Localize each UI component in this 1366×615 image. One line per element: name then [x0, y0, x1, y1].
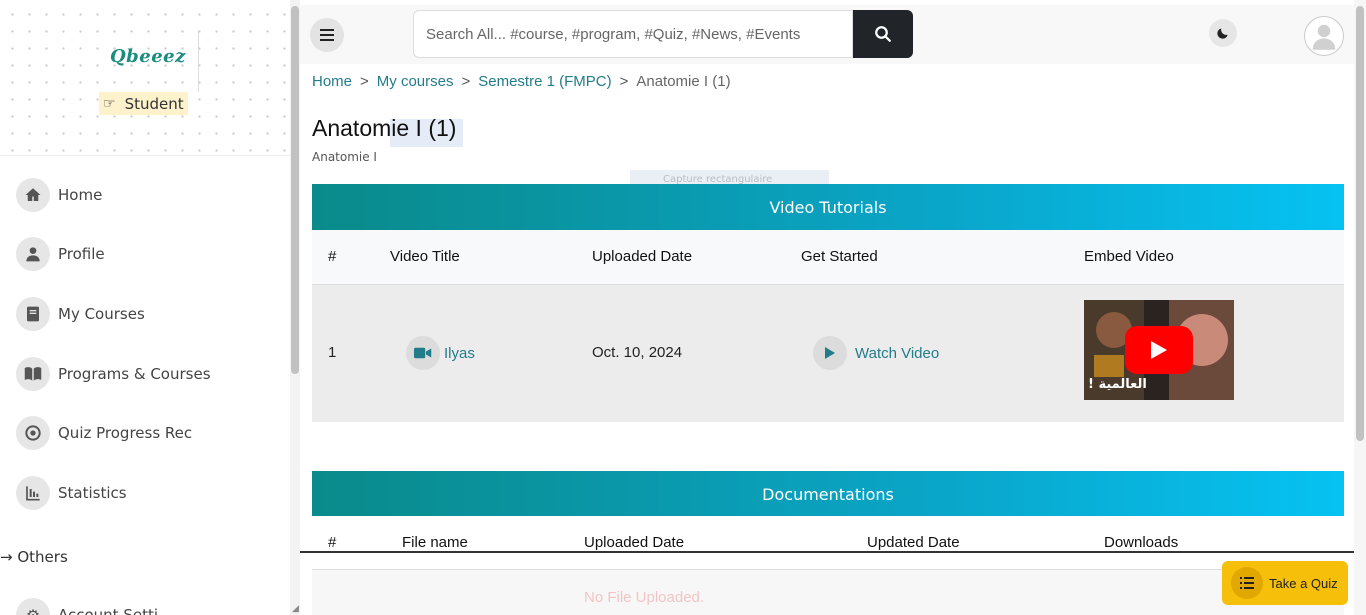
video-table-header: # Video Title Uploaded Date Get Started … — [312, 230, 1344, 285]
sidebar-item-home[interactable]: Home — [16, 178, 102, 212]
breadcrumb-separator: > — [619, 73, 629, 90]
avatar[interactable] — [1304, 16, 1344, 56]
youtube-play-icon — [1125, 326, 1193, 374]
video-section-header: Video Tutorials — [312, 184, 1344, 230]
role-badge: ☞ Student — [99, 92, 188, 115]
video-title-cell: Ilyas — [406, 336, 475, 370]
documentation-section-header: Documentations — [312, 471, 1344, 517]
documentation-table: # File name Uploaded Date Updated Date D… — [312, 516, 1344, 615]
resize-grip-icon[interactable]: ◢ — [292, 604, 299, 614]
breadcrumb-my-courses[interactable]: My courses — [377, 73, 454, 90]
sidebar-scrollbar[interactable] — [290, 0, 300, 615]
arrow-right-icon: → — [0, 548, 13, 566]
brand-panel: Qbeeez ☞ Student — [0, 0, 290, 156]
gear-icon: ⚙ — [16, 598, 50, 615]
pointing-hand-icon: ☞ — [103, 95, 116, 112]
home-icon — [16, 178, 50, 212]
open-book-icon — [16, 357, 50, 391]
play-icon — [813, 336, 847, 370]
role-label: Student — [124, 94, 184, 113]
documentation-table-header: # File name Uploaded Date Updated Date D… — [312, 516, 1344, 570]
others-section-label: → Others — [0, 548, 68, 566]
sidebar-item-label: Quiz Progress Rec — [58, 424, 193, 442]
watch-video-button[interactable]: Watch Video — [813, 336, 939, 370]
breadcrumb: Home > My courses > Semestre 1 (FMPC) > … — [312, 73, 731, 90]
top-bar — [300, 0, 1366, 64]
menu-toggle-button[interactable] — [310, 18, 344, 52]
uploaded-date: Oct. 10, 2024 — [592, 344, 683, 361]
sidebar-item-label: Statistics — [58, 484, 127, 502]
breadcrumb-separator: > — [360, 73, 369, 90]
breadcrumb-separator: > — [461, 73, 471, 90]
sidebar-item-profile[interactable]: Profile — [16, 237, 105, 271]
column-header: Embed Video — [1084, 248, 1174, 265]
sidebar-item-my-courses[interactable]: My Courses — [16, 297, 145, 331]
column-header: # — [328, 248, 337, 265]
main-scrollbar-thumb[interactable] — [1356, 6, 1364, 441]
column-header: File name — [402, 534, 468, 551]
list-icon — [1231, 567, 1263, 599]
user-avatar-icon — [1312, 24, 1336, 50]
page-subtitle: Anatomie I — [312, 150, 377, 164]
empty-state-message: No File Uploaded. — [584, 589, 705, 606]
logo[interactable]: Qbeeez — [110, 46, 186, 67]
watch-video-label: Watch Video — [855, 344, 940, 362]
video-table: # Video Title Uploaded Date Get Started … — [312, 230, 1344, 422]
hamburger-icon — [320, 29, 334, 41]
sidebar-item-quiz-progress[interactable]: Quiz Progress Rec — [16, 416, 192, 450]
video-title-link[interactable]: Ilyas — [444, 345, 475, 362]
dark-mode-toggle[interactable] — [1209, 19, 1237, 47]
column-header: Updated Date — [867, 534, 960, 551]
breadcrumb-home[interactable]: Home — [312, 73, 352, 90]
column-header: # — [328, 534, 337, 551]
take-quiz-button[interactable]: Take a Quiz — [1222, 561, 1348, 605]
sidebar-item-programs[interactable]: Programs & Courses — [16, 357, 211, 391]
sidebar-item-label: My Courses — [58, 305, 145, 323]
table-row: 1 Ilyas Oct. 10, 2024 Watch Video العالم… — [312, 285, 1344, 422]
sidebar-item-account-settings[interactable]: ⚙ Account Setti... — [16, 598, 172, 615]
breadcrumb-semester[interactable]: Semestre 1 (FMPC) — [478, 73, 611, 90]
book-icon — [16, 297, 50, 331]
take-quiz-label: Take a Quiz — [1269, 575, 1338, 591]
row-index: 1 — [328, 344, 337, 361]
column-header: Get Started — [801, 248, 878, 265]
user-icon — [16, 237, 50, 271]
sidebar: Qbeeez ☞ Student Home Profile My Courses… — [0, 0, 290, 615]
breadcrumb-current: Anatomie I (1) — [636, 73, 731, 90]
column-header: Video Title — [390, 248, 460, 265]
sidebar-item-label: Home — [58, 186, 103, 204]
others-label: Others — [17, 548, 68, 566]
video-camera-icon — [406, 336, 440, 370]
embedded-video-thumbnail[interactable]: العالمية ! — [1084, 300, 1234, 400]
page-title: Anatomie I (1) — [312, 115, 457, 141]
thumbnail-caption: العالمية ! — [1088, 377, 1147, 392]
sidebar-item-label: Profile — [58, 245, 105, 263]
chart-icon — [16, 476, 50, 510]
sidebar-item-label: Account Setti... — [58, 606, 173, 615]
viewport-divider — [300, 551, 1354, 553]
logo-divider — [198, 30, 199, 92]
column-header: Uploaded Date — [592, 248, 693, 265]
moon-icon — [1217, 28, 1228, 39]
sidebar-scrollbar-thumb[interactable] — [291, 6, 299, 374]
search-icon — [875, 26, 891, 42]
target-icon — [16, 416, 50, 450]
sidebar-item-statistics[interactable]: Statistics — [16, 476, 127, 510]
search-button[interactable] — [853, 10, 913, 58]
search-input[interactable] — [413, 10, 853, 58]
column-header: Uploaded Date — [584, 534, 685, 551]
main-scrollbar[interactable] — [1354, 0, 1366, 615]
column-header: Downloads — [1104, 534, 1179, 551]
sidebar-item-label: Programs & Courses — [58, 365, 211, 383]
